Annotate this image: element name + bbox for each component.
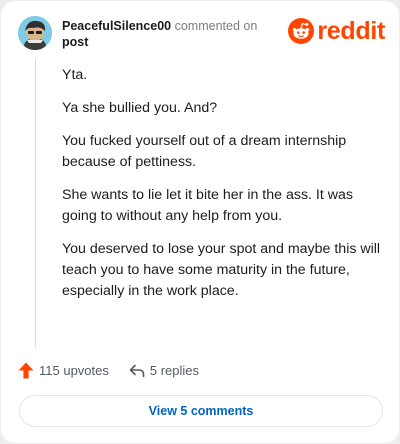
view-comments-label: View 5 comments bbox=[148, 404, 254, 418]
comment-paragraph: You fucked yourself out of a dream inter… bbox=[62, 133, 347, 170]
action-text: commented on bbox=[174, 19, 258, 33]
reply-count: 5 replies bbox=[149, 363, 200, 378]
upvote-count: 115 upvotes bbox=[39, 363, 109, 378]
username[interactable]: PeacefulSilence00 bbox=[62, 19, 171, 33]
comment-paragraph: Yta. bbox=[62, 67, 88, 83]
user-avatar[interactable] bbox=[18, 16, 52, 50]
avatar-icon bbox=[18, 16, 52, 50]
comment-body: Yta. Ya she bullied you. And? You fucked… bbox=[62, 65, 384, 314]
reddit-logo[interactable]: reddit bbox=[288, 18, 385, 44]
comment-paragraph: She wants to lie let it bite her in the … bbox=[62, 187, 353, 224]
reddit-alien-icon bbox=[288, 18, 315, 44]
view-comments-button[interactable]: View 5 comments bbox=[19, 395, 383, 427]
upvote-button[interactable]: 115 upvotes bbox=[18, 362, 109, 379]
comment-card: PeacefulSilence00 commented on post redd… bbox=[1, 1, 399, 443]
comment-actions: 115 upvotes 5 replies bbox=[18, 362, 199, 379]
comment-paragraph: Ya she bullied you. And? bbox=[62, 100, 218, 116]
upvote-arrow-icon bbox=[18, 362, 34, 379]
post-link[interactable]: post bbox=[62, 34, 277, 50]
replies-button[interactable]: 5 replies bbox=[129, 363, 199, 378]
reddit-wordmark: reddit bbox=[317, 17, 385, 45]
comment-header: PeacefulSilence00 commented on post bbox=[62, 18, 277, 50]
comment-paragraph: You deserved to lose your spot and maybe… bbox=[62, 241, 381, 299]
reply-arrow-icon bbox=[129, 364, 145, 377]
thread-line bbox=[35, 59, 36, 347]
